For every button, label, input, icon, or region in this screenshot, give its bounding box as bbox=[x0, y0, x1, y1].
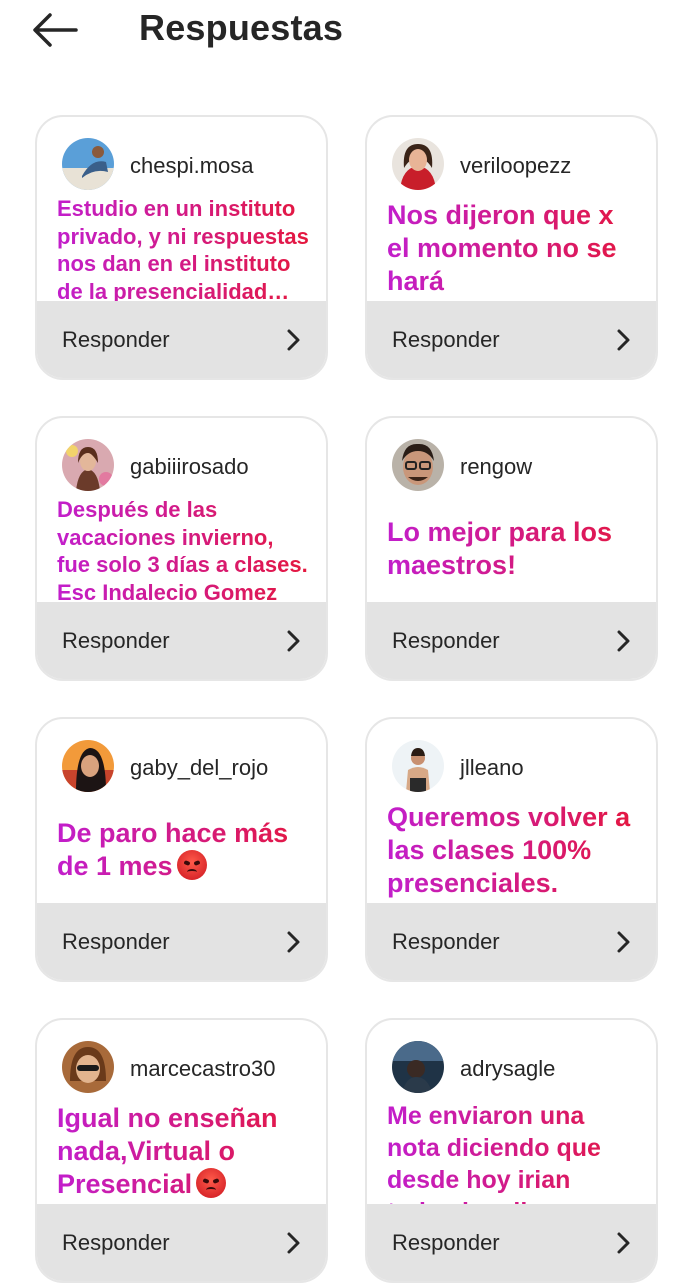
respond-label: Responder bbox=[392, 327, 500, 352]
reply-text: Me enviaron una nota diciendo que desde … bbox=[387, 1100, 642, 1204]
respond-button[interactable]: Responder bbox=[37, 301, 326, 378]
reply-card[interactable]: veriloopezz Nos dijeron que x el momento… bbox=[365, 115, 658, 380]
reply-content[interactable]: gabiiirosado Después de las vacaciones i… bbox=[37, 418, 326, 606]
respond-label: Responder bbox=[62, 628, 170, 653]
respond-button[interactable]: Responder bbox=[367, 1204, 656, 1281]
reply-text: Queremos volver a las clases 100% presen… bbox=[387, 801, 642, 900]
avatar[interactable] bbox=[392, 740, 444, 792]
reply-card[interactable]: rengow Lo mejor para los maestros! Respo… bbox=[365, 416, 658, 681]
chevron-right-icon bbox=[286, 629, 302, 653]
chevron-right-icon bbox=[286, 930, 302, 954]
respond-label: Responder bbox=[392, 929, 500, 954]
username[interactable]: chespi.mosa bbox=[130, 153, 254, 179]
reply-card[interactable]: jlleano Queremos volver a las clases 100… bbox=[365, 717, 658, 982]
respond-label: Responder bbox=[62, 327, 170, 352]
respond-button[interactable]: Responder bbox=[367, 602, 656, 679]
back-button[interactable] bbox=[28, 10, 80, 50]
arrow-left-icon bbox=[33, 13, 78, 47]
respond-label: Responder bbox=[62, 1230, 170, 1255]
reply-text: Lo mejor para los maestros! bbox=[387, 516, 642, 582]
username[interactable]: gabiiirosado bbox=[130, 454, 249, 480]
chevron-right-icon bbox=[286, 328, 302, 352]
chevron-right-icon bbox=[616, 328, 632, 352]
username[interactable]: marcecastro30 bbox=[130, 1056, 276, 1082]
respond-button[interactable]: Responder bbox=[37, 903, 326, 980]
reply-text: Estudio en un instituto privado, y ni re… bbox=[57, 195, 312, 305]
avatar[interactable] bbox=[62, 439, 114, 491]
reply-text-content: De paro hace más de 1 mes bbox=[57, 818, 289, 881]
reply-card[interactable]: gaby_del_rojo De paro hace más de 1 mes … bbox=[35, 717, 328, 982]
reply-content[interactable]: marcecastro30 Igual no enseñan nada,Virt… bbox=[37, 1020, 326, 1206]
chevron-right-icon bbox=[616, 629, 632, 653]
reply-content[interactable]: chespi.mosa Estudio en un instituto priv… bbox=[37, 117, 326, 305]
chevron-right-icon bbox=[616, 930, 632, 954]
respond-button[interactable]: Responder bbox=[367, 903, 656, 980]
chevron-right-icon bbox=[286, 1231, 302, 1255]
reply-text: De paro hace más de 1 mes bbox=[57, 817, 312, 883]
reply-content[interactable]: gaby_del_rojo De paro hace más de 1 mes bbox=[37, 719, 326, 905]
chevron-right-icon bbox=[616, 1231, 632, 1255]
respond-label: Responder bbox=[62, 929, 170, 954]
reply-content[interactable]: jlleano Queremos volver a las clases 100… bbox=[367, 719, 656, 905]
username[interactable]: adrysagle bbox=[460, 1056, 555, 1082]
username[interactable]: jlleano bbox=[460, 755, 524, 781]
respond-button[interactable]: Responder bbox=[367, 301, 656, 378]
header: Respuestas bbox=[0, 0, 694, 60]
username[interactable]: rengow bbox=[460, 454, 532, 480]
respond-label: Responder bbox=[392, 1230, 500, 1255]
reply-card[interactable]: marcecastro30 Igual no enseñan nada,Virt… bbox=[35, 1018, 328, 1283]
avatar[interactable] bbox=[62, 740, 114, 792]
respond-label: Responder bbox=[392, 628, 500, 653]
reply-text: Después de las vacaciones invierno, fue … bbox=[57, 496, 312, 606]
reply-content[interactable]: veriloopezz Nos dijeron que x el momento… bbox=[367, 117, 656, 303]
reply-card[interactable]: gabiiirosado Después de las vacaciones i… bbox=[35, 416, 328, 681]
reply-text-content: Igual no enseñan nada,Virtual o Presenci… bbox=[57, 1103, 278, 1199]
avatar[interactable] bbox=[392, 1041, 444, 1093]
username[interactable]: veriloopezz bbox=[460, 153, 571, 179]
avatar[interactable] bbox=[62, 1041, 114, 1093]
reply-card[interactable]: adrysagle Me enviaron una nota diciendo … bbox=[365, 1018, 658, 1283]
username[interactable]: gaby_del_rojo bbox=[130, 755, 268, 781]
reply-text: Nos dijeron que x el momento no se hará bbox=[387, 199, 642, 298]
avatar[interactable] bbox=[392, 138, 444, 190]
reply-card[interactable]: chespi.mosa Estudio en un instituto priv… bbox=[35, 115, 328, 380]
reply-content[interactable]: adrysagle Me enviaron una nota diciendo … bbox=[367, 1020, 656, 1206]
reply-text: Igual no enseñan nada,Virtual o Presenci… bbox=[57, 1102, 312, 1201]
reply-content[interactable]: rengow Lo mejor para los maestros! bbox=[367, 418, 656, 604]
respond-button[interactable]: Responder bbox=[37, 1204, 326, 1281]
respond-button[interactable]: Responder bbox=[37, 602, 326, 679]
avatar[interactable] bbox=[392, 439, 444, 491]
avatar[interactable] bbox=[62, 138, 114, 190]
page-title: Respuestas bbox=[139, 7, 344, 48]
angry-face-emoji bbox=[196, 1168, 227, 1198]
angry-face-emoji bbox=[176, 850, 207, 880]
